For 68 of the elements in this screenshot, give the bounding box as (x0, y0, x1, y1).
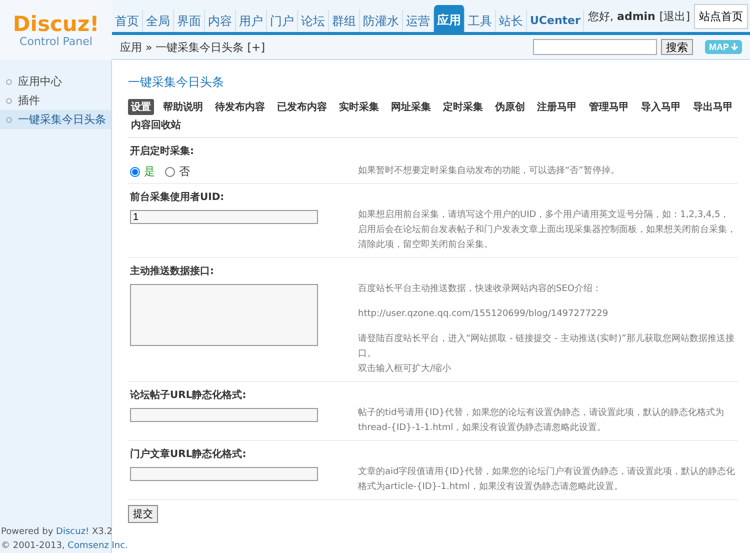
site-home-button[interactable]: 站点首页 (694, 4, 748, 29)
setting-label: 门户文章URL静态化格式: (130, 447, 248, 461)
section-tab[interactable]: 帮助说明 (160, 99, 206, 115)
setting-label: 论坛帖子URL静态化格式: (130, 388, 248, 402)
submit-button[interactable]: 提交 (128, 505, 158, 523)
logo-subtitle: Control Panel (20, 34, 92, 48)
footer-link[interactable]: Discuz! (56, 527, 90, 537)
nav-tab[interactable]: 群组 (329, 10, 360, 32)
help-text: 双击输入框可扩大/缩小 (358, 362, 452, 376)
help-text: 文章的aid字段值请用{ID}代替，如果您的论坛门户有设置伪静态，请设置此项，默认的静态化格式为article-{ID}-1.html，如果没有设置伪静态请忽略此设置。 (358, 466, 736, 494)
help-text: 百度站长平台主动推送数据，快速收录网站内容的SEO介绍： (358, 282, 602, 296)
help-text: http://user.qzone.qq.com/155120699/blog/1497277229 (358, 308, 610, 321)
section-tab[interactable]: 内容回收站 (128, 117, 184, 133)
bullet-icon (6, 98, 12, 104)
nav-tab[interactable]: 防灌水 (360, 10, 403, 32)
nav-tab[interactable]: 内容 (205, 10, 236, 32)
radio-button[interactable] (130, 166, 140, 176)
footer-text: Powered by Discuz! X3.2 (1, 526, 114, 539)
help-text: 如果想启用前台采集，请填写这个用户的UID，多个用户请用英文逗号分隔，如：1,2,3,4,5，启用后会在论坛前台发表帖子和门户发表文章上面出现采集器控制面板，如果想关闭前台采集，清除此项，留空即关闭前台采集。 (358, 208, 737, 252)
nav-tab[interactable]: 全局 (143, 10, 174, 32)
nav-tab[interactable]: 首页 (112, 10, 143, 32)
nav-tab[interactable]: 论坛 (298, 10, 329, 32)
footer-text: © 2001-2013, Comsenz Inc. (1, 540, 128, 553)
help-text: 请登陆百度站长平台，进入“网站抓取 - 链接提交 - 主动推送(实时)”那儿获取您网站数据推送接口。 (358, 332, 736, 361)
section-tab[interactable]: 定时采集 (440, 99, 486, 115)
radio-button[interactable] (165, 166, 175, 176)
logout-link[interactable]: [退出] (659, 9, 690, 24)
section-tab[interactable]: 导出马甲 (690, 99, 736, 115)
setting-label: 开启定时采集: (130, 144, 195, 158)
sidebar-item[interactable]: 插件 (0, 91, 111, 110)
text-field[interactable] (130, 408, 318, 422)
bullet-icon (6, 116, 12, 122)
help-text: 如果暂时不想要定时采集自动发布的功能，可以选择“否”暂停掉。 (358, 164, 620, 178)
section-tab[interactable]: 实时采集 (336, 99, 382, 115)
nav-tab[interactable]: 用户 (236, 10, 267, 32)
user-greeting: 您好, admin (588, 9, 656, 24)
nav-tab[interactable]: 门户 (267, 10, 298, 32)
option-label: 否 (179, 164, 190, 179)
section-tab[interactable]: 设置 (128, 99, 154, 115)
section-tab[interactable]: 导入马甲 (638, 99, 684, 115)
search-button[interactable]: 搜索 (661, 39, 693, 55)
sidebar-item[interactable]: 一键采集今日头条 (0, 110, 111, 129)
nav-tab[interactable]: 工具 (465, 10, 496, 32)
bullet-icon (6, 78, 12, 84)
textarea-field[interactable] (130, 284, 318, 346)
sidebar-item[interactable]: 应用中心 (0, 72, 111, 91)
section-tab[interactable]: 管理马甲 (586, 99, 632, 115)
nav-tab[interactable]: UCenter (527, 10, 584, 32)
section-tab[interactable]: 伪原创 (492, 99, 528, 115)
section-tab[interactable]: 网址采集 (388, 99, 434, 115)
down-arrow-icon (731, 43, 738, 51)
text-field[interactable]: 1 (130, 210, 318, 224)
nav-tab[interactable]: 站长 (496, 10, 527, 32)
search-field[interactable] (533, 39, 657, 55)
text-field[interactable] (130, 467, 318, 481)
logo-text: Discuz! (12, 12, 100, 34)
option-label: 是 (144, 164, 155, 179)
setting-label: 主动推送数据接口: (130, 264, 215, 278)
breadcrumb: 应用 » 一键采集今日头条 [+] (120, 40, 266, 54)
section-tab[interactable]: 已发布内容 (274, 99, 330, 115)
section-tab[interactable]: 待发布内容 (212, 99, 268, 115)
help-text: 帖子的tid号请用{ID}代替，如果您的论坛有设置伪静态，请设置此项，默认的静态化格式为thread-{ID}-1-1.html，如果没有设置伪静态请忽略此设置。 (358, 406, 725, 435)
setting-label: 前台采集使用者UID: (130, 190, 226, 204)
section-tab[interactable]: 注册马甲 (534, 99, 580, 115)
footer-link[interactable]: Comsenz Inc. (68, 541, 128, 551)
nav-tab[interactable]: 应用 (434, 5, 465, 32)
nav-tab[interactable]: 界面 (174, 10, 205, 32)
page-title: 一键采集今日头条 (128, 74, 225, 91)
